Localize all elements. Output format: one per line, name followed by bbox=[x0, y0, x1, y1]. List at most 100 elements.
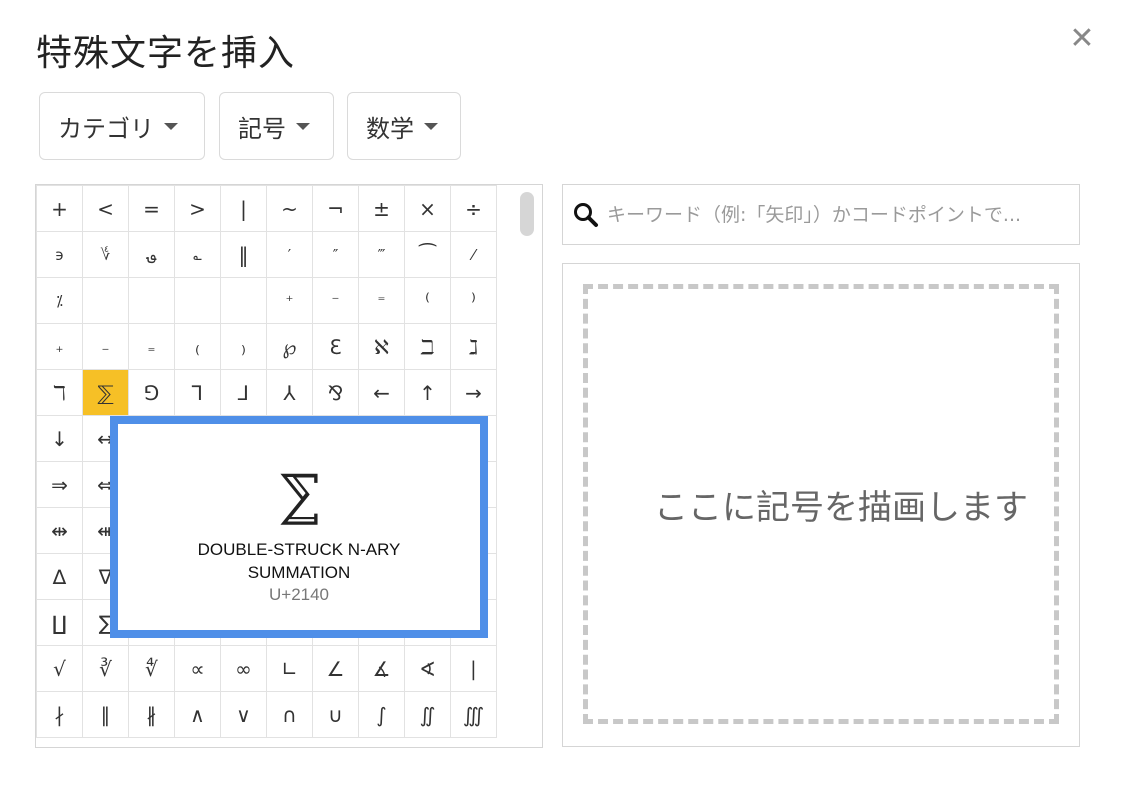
character-cell[interactable]: ″ bbox=[313, 232, 359, 278]
character-cell[interactable]: ∛ bbox=[83, 646, 129, 692]
character-cell[interactable]: ⇒ bbox=[37, 462, 83, 508]
character-cell[interactable]: ∤ bbox=[37, 692, 83, 738]
character-cell[interactable]: ⁾ bbox=[451, 278, 497, 324]
search-input[interactable] bbox=[605, 202, 1069, 227]
character-cell[interactable]: ⁀ bbox=[405, 232, 451, 278]
character-cell[interactable]: ⇹ bbox=[37, 508, 83, 554]
character-cell[interactable]: ∭ bbox=[451, 692, 497, 738]
category-dropdown-label: カテゴリ bbox=[58, 114, 154, 143]
character-cell[interactable]: < bbox=[83, 186, 129, 232]
character-cell[interactable]: ⁒ bbox=[37, 278, 83, 324]
grid-scrollbar-track[interactable] bbox=[534, 185, 542, 747]
drawing-canvas[interactable]: ここに記号を描画します bbox=[583, 284, 1059, 724]
character-cell[interactable]: ↑ bbox=[405, 370, 451, 416]
character-cell[interactable]: ∠ bbox=[313, 646, 359, 692]
character-cell[interactable]: ⅁ bbox=[129, 370, 175, 416]
preview-codepoint: U+2140 bbox=[268, 585, 330, 604]
character-cell[interactable]: ↓ bbox=[37, 416, 83, 462]
character-cell[interactable]: ⁽ bbox=[405, 278, 451, 324]
character-cell[interactable]: √ bbox=[37, 646, 83, 692]
character-preview-tooltip: ⅀ DOUBLE-STRUCK N-ARY SUMMATION U+2140 bbox=[110, 416, 488, 638]
character-cell[interactable]: ∡ bbox=[359, 646, 405, 692]
preview-glyph: ⅀ bbox=[279, 463, 319, 528]
character-cell[interactable]: ؈ bbox=[129, 232, 175, 278]
character-cell[interactable]: ؇ bbox=[83, 232, 129, 278]
character-cell[interactable]: ‖ bbox=[221, 232, 267, 278]
character-cell[interactable]: ∝ bbox=[175, 646, 221, 692]
character-cell[interactable]: ⁺ bbox=[267, 278, 313, 324]
character-cell[interactable]: | bbox=[221, 186, 267, 232]
character-cell[interactable] bbox=[221, 278, 267, 324]
character-cell[interactable]: ₊ bbox=[37, 324, 83, 370]
chevron-down-icon bbox=[164, 122, 178, 130]
character-cell[interactable]: → bbox=[451, 370, 497, 416]
character-cell[interactable]: ∨ bbox=[221, 692, 267, 738]
preview-character-name: DOUBLE-STRUCK N-ARY SUMMATION bbox=[197, 540, 401, 582]
character-cell[interactable]: ⅄ bbox=[267, 370, 313, 416]
character-cell[interactable]: ∦ bbox=[129, 692, 175, 738]
character-cell[interactable]: ⅋ bbox=[313, 370, 359, 416]
character-cell[interactable]: ₋ bbox=[83, 324, 129, 370]
math-dropdown-label: 数学 bbox=[366, 114, 414, 143]
close-icon: ✕ bbox=[1069, 21, 1095, 56]
character-cell-selected[interactable]: ⅀ bbox=[83, 370, 129, 416]
character-cell[interactable]: ~ bbox=[267, 186, 313, 232]
character-cell[interactable]: × bbox=[405, 186, 451, 232]
drawing-hint: ここに記号を描画します bbox=[654, 487, 1028, 528]
character-cell[interactable]: ∜ bbox=[129, 646, 175, 692]
character-cell[interactable]: ∪ bbox=[313, 692, 359, 738]
character-cell[interactable]: ℘ bbox=[267, 324, 313, 370]
character-cell[interactable]: ∫ bbox=[359, 692, 405, 738]
character-cell[interactable]: ¬ bbox=[313, 186, 359, 232]
character-cell[interactable]: ∬ bbox=[405, 692, 451, 738]
character-cell[interactable]: ∞ bbox=[221, 646, 267, 692]
character-cell[interactable]: ‴ bbox=[359, 232, 405, 278]
grid-scrollbar-thumb[interactable] bbox=[520, 192, 534, 236]
math-dropdown[interactable]: 数学 bbox=[347, 92, 461, 160]
character-cell[interactable]: ℸ bbox=[37, 370, 83, 416]
character-cell[interactable]: ₍ bbox=[175, 324, 221, 370]
character-cell[interactable]: ℇ bbox=[313, 324, 359, 370]
character-cell[interactable]: ∆ bbox=[37, 554, 83, 600]
character-cell[interactable]: ÷ bbox=[451, 186, 497, 232]
character-cell[interactable] bbox=[83, 278, 129, 324]
character-cell[interactable]: ∩ bbox=[267, 692, 313, 738]
character-cell[interactable]: ∢ bbox=[405, 646, 451, 692]
character-cell[interactable]: ⅂ bbox=[175, 370, 221, 416]
character-cell[interactable] bbox=[129, 278, 175, 324]
symbol-dropdown[interactable]: 記号 bbox=[219, 92, 334, 160]
character-cell[interactable]: ← bbox=[359, 370, 405, 416]
character-cell[interactable]: ℶ bbox=[405, 324, 451, 370]
character-cell[interactable]: ⅃ bbox=[221, 370, 267, 416]
character-cell[interactable]: ₌ bbox=[129, 324, 175, 370]
character-cell[interactable]: ∥ bbox=[83, 692, 129, 738]
chevron-down-icon bbox=[296, 122, 310, 130]
character-cell[interactable] bbox=[175, 278, 221, 324]
dialog-title: 特殊文字を挿入 bbox=[36, 33, 296, 74]
character-cell[interactable]: ∣ bbox=[451, 646, 497, 692]
character-cell[interactable]: ϶ bbox=[37, 232, 83, 278]
character-cell[interactable]: ؎ bbox=[175, 232, 221, 278]
chevron-down-icon bbox=[424, 122, 438, 130]
close-button[interactable]: ✕ bbox=[1066, 24, 1098, 56]
character-cell[interactable]: = bbox=[129, 186, 175, 232]
category-dropdown[interactable]: カテゴリ bbox=[39, 92, 205, 160]
character-cell[interactable]: ⁼ bbox=[359, 278, 405, 324]
character-cell[interactable]: ± bbox=[359, 186, 405, 232]
character-cell[interactable]: ⁻ bbox=[313, 278, 359, 324]
character-cell[interactable]: ℷ bbox=[451, 324, 497, 370]
character-cell[interactable]: ∟ bbox=[267, 646, 313, 692]
character-cell[interactable]: ′ bbox=[267, 232, 313, 278]
character-cell[interactable]: ∧ bbox=[175, 692, 221, 738]
character-cell[interactable]: + bbox=[37, 186, 83, 232]
search-box[interactable] bbox=[562, 184, 1080, 245]
character-cell[interactable]: > bbox=[175, 186, 221, 232]
symbol-dropdown-label: 記号 bbox=[238, 114, 286, 143]
insert-special-character-dialog: 特殊文字を挿入 ✕ カテゴリ 記号 数学 + < = > | ~ ¬ ± × ÷ ϶ ؇ ؈ ؎ ‖ ′ ″ ‴ ⁀… bbox=[0, 0, 1123, 786]
drawing-panel: ここに記号を描画します bbox=[562, 263, 1080, 747]
character-cell[interactable]: ₎ bbox=[221, 324, 267, 370]
character-cell[interactable]: ℵ bbox=[359, 324, 405, 370]
search-icon bbox=[571, 200, 601, 230]
character-cell[interactable]: ∐ bbox=[37, 600, 83, 646]
character-cell[interactable]: ⁄ bbox=[451, 232, 497, 278]
